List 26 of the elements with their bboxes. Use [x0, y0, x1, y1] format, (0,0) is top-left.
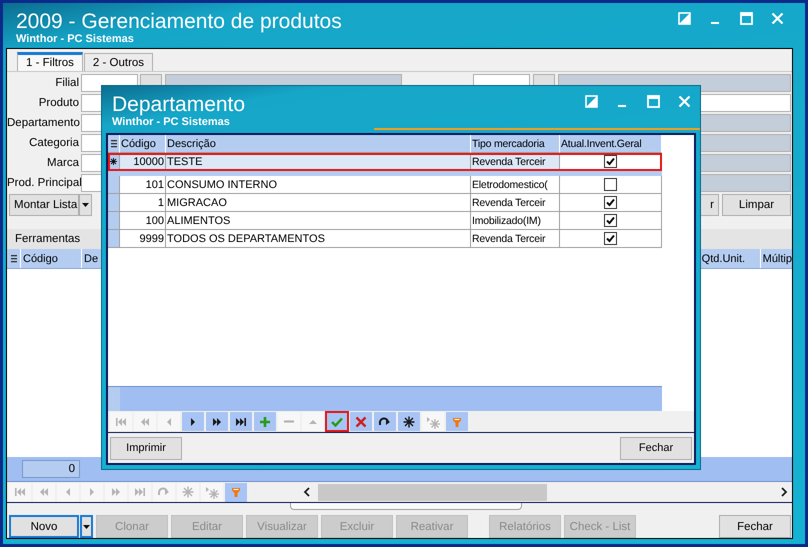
- table-cell: TESTE: [166, 153, 471, 171]
- table-cell: CONSUMO INTERNO: [166, 176, 471, 194]
- record-count: 0: [22, 460, 80, 478]
- table-cell: Imobilizado(IM): [471, 212, 560, 230]
- table-cell: 10000: [120, 153, 166, 171]
- window-title: Departamento: [112, 93, 246, 117]
- field-label: Prod. Principal: [7, 177, 79, 189]
- table-cell: Revenda Terceir: [471, 230, 560, 248]
- window-subtitle: Winthor - PC Sistemas: [16, 33, 134, 45]
- table-cell: Revenda Terceir: [471, 194, 560, 212]
- field-label: Filial: [54, 77, 79, 89]
- table-cell: MIGRACAO: [166, 194, 471, 212]
- field-label: Marca: [46, 157, 79, 169]
- table-cell: Revenda Terceir: [471, 153, 560, 171]
- table-cell: 100: [120, 212, 166, 230]
- window-title: 2009 - Gerenciamento de produtos: [16, 10, 342, 34]
- field-label: Categoria: [28, 137, 79, 149]
- table-cell: 1: [120, 194, 166, 212]
- table-cell: ALIMENTOS: [166, 212, 471, 230]
- table-cell: Eletrodomestico(: [471, 176, 560, 194]
- window-subtitle: Winthor - PC Sistemas: [112, 116, 230, 128]
- table-cell: 101: [120, 176, 166, 194]
- table-cell: 9999: [120, 230, 166, 248]
- field-label: Departamento: [7, 117, 79, 129]
- table-cell: TODOS OS DEPARTAMENTOS: [166, 230, 471, 248]
- field-label: Produto: [38, 97, 79, 109]
